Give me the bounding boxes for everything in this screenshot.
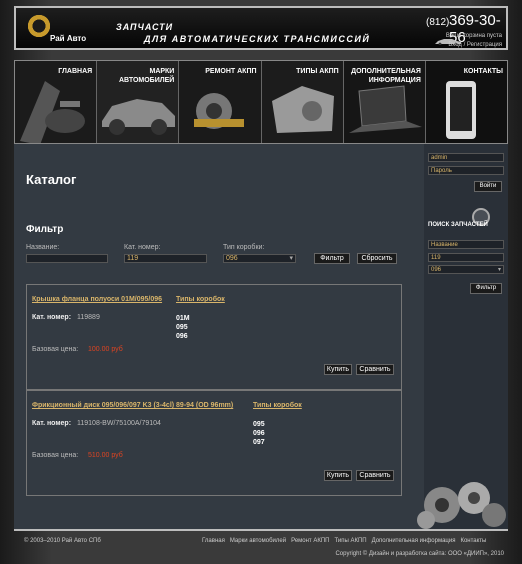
nav-label: ГЛАВНАЯ <box>58 68 93 75</box>
nav-item-info[interactable]: ДОПОЛНИТЕЛЬНАЯ ИНФОРМАЦИЯ <box>343 61 426 143</box>
chevron-down-icon: ▾ <box>497 267 501 273</box>
main-nav: ГЛАВНАЯ МАРКИ АВТОМОБИЛЕЙ РЕМОНТ АКПП ТИ… <box>14 60 508 144</box>
nav-label: ТИПЫ АКПП <box>296 68 339 75</box>
login-link[interactable]: Вход <box>448 42 462 48</box>
compare-button[interactable]: Сравнить <box>356 470 394 481</box>
nav-item-types[interactable]: ТИПЫ АКПП <box>261 61 344 143</box>
register-link[interactable]: Регистрация <box>467 42 502 48</box>
box-type: 096 <box>176 333 188 340</box>
catnum-value: 119108-BW/75100A/79104 <box>77 420 161 427</box>
buy-button[interactable]: Купить <box>324 470 352 481</box>
catnum-value: 119889 <box>77 314 100 321</box>
slogan-line2: ДЛЯ АВТОМАТИЧЕСКИХ ТРАНСМИССИЙ <box>144 34 371 44</box>
page-title: Каталог <box>26 172 77 187</box>
buy-button[interactable]: Купить <box>324 364 352 375</box>
search-box-value: 096 <box>431 267 442 273</box>
nav-item-car-brands[interactable]: МАРКИ АВТОМОБИЛЕЙ <box>97 61 180 143</box>
price-value: 100.00 руб <box>88 346 123 353</box>
nav-label: МАРКИ АВТОМОБИЛЕЙ <box>119 68 175 84</box>
box-type-value: 096 <box>226 255 238 262</box>
nav-label: ДОПОЛНИТЕЛЬНАЯ ИНФОРМАЦИЯ <box>351 68 421 84</box>
box-type: 095 <box>176 324 188 331</box>
box-list: 01M 095 096 <box>176 314 190 341</box>
box-types-link[interactable]: Типы коробок <box>176 296 225 303</box>
box-list: 095 096 097 <box>253 420 265 447</box>
price-value: 510.00 руб <box>88 452 123 459</box>
copyright: © 2003–2010 Рай Авто СПб <box>24 538 101 544</box>
nav-label: РЕМОНТ АКПП <box>205 68 257 75</box>
catnum-input[interactable]: 119 <box>124 254 207 263</box>
box-types-link[interactable]: Типы коробок <box>253 402 302 409</box>
nav-item-contacts[interactable]: КОНТАКТЫ <box>425 61 508 143</box>
name-label: Название: <box>26 244 60 251</box>
search-name-input[interactable]: Название <box>428 240 504 249</box>
nav-item-repair[interactable]: РЕМОНТ АКПП <box>179 61 262 143</box>
footer-link-repair[interactable]: Ремонт АКПП <box>291 538 329 544</box>
nav-item-home[interactable]: ГЛАВНАЯ <box>15 61 98 143</box>
catalog-content: Каталог Фильтр Название: Кат. номер: 119… <box>14 144 424 529</box>
footer-link-brands[interactable]: Марки автомобилей <box>230 538 286 544</box>
box-type: 096 <box>253 430 265 437</box>
compare-button[interactable]: Сравнить <box>356 364 394 375</box>
search-filter-button[interactable]: Фильтр <box>470 283 502 294</box>
filter-heading: Фильтр <box>26 224 64 235</box>
filter-button[interactable]: Фильтр <box>314 253 350 264</box>
catnum-label: Кат. номер: <box>32 314 72 321</box>
price-label: Базовая цена: <box>32 346 79 353</box>
box-type-label: Тип коробки: <box>223 244 265 251</box>
product-name-link[interactable]: Фрикционный диск 095/096/097 K3 (3-4cl) … <box>32 402 233 409</box>
catnum-label: Кат. номер: <box>124 244 161 251</box>
login-links: Вход / Регистрация <box>448 42 502 48</box>
cart-status[interactable]: Ваша корзина пуста <box>446 33 502 39</box>
name-input[interactable] <box>26 254 108 263</box>
footer-link-home[interactable]: Главная <box>202 538 225 544</box>
footer-divider <box>14 529 508 531</box>
product-card: Фрикционный диск 095/096/097 K3 (3-4cl) … <box>26 390 402 496</box>
site-header: Рай Авто ЗАПЧАСТИ ДЛЯ АВТОМАТИЧЕСКИХ ТРА… <box>14 6 508 50</box>
box-type: 095 <box>253 421 265 428</box>
password-input[interactable]: Пароль <box>428 166 504 175</box>
reset-button[interactable]: Сбросить <box>357 253 397 264</box>
footer-link-contacts[interactable]: Контакты <box>460 538 486 544</box>
logo-text[interactable]: Рай Авто <box>50 34 86 43</box>
login-input[interactable]: admin <box>428 153 504 162</box>
chevron-down-icon: ▾ <box>289 255 293 262</box>
box-type: 01M <box>176 315 190 322</box>
product-card: Крышка фланца полуоси 01M/095/096 Типы к… <box>26 284 402 390</box>
box-type: 097 <box>253 439 265 446</box>
site-credit: Copyright © Дизайн и разработка сайта: О… <box>335 551 504 557</box>
search-box-select[interactable]: 096 ▾ <box>428 265 504 274</box>
login-button[interactable]: Войти <box>474 181 502 192</box>
gears-image <box>417 482 506 529</box>
product-name-link[interactable]: Крышка фланца полуоси 01M/095/096 <box>32 296 162 303</box>
search-title: ПОИСК ЗАПЧАСТЕЙ <box>428 222 488 228</box>
catnum-label: Кат. номер: <box>32 420 72 427</box>
footer-link-types[interactable]: Типы АКПП <box>334 538 366 544</box>
search-catnum-input[interactable]: 119 <box>428 253 504 262</box>
price-label: Базовая цена: <box>32 452 79 459</box>
box-type-select[interactable]: 096 ▾ <box>223 254 296 263</box>
gear-logo-icon[interactable] <box>26 13 52 39</box>
slogan-line1: ЗАПЧАСТИ <box>116 22 174 32</box>
phone-code: (812) <box>426 17 450 28</box>
nav-label: КОНТАКТЫ <box>463 68 504 75</box>
footer-nav: Главная Марки автомобилей Ремонт АКПП Ти… <box>202 538 486 544</box>
footer-link-info[interactable]: Дополнительная информация <box>372 538 456 544</box>
